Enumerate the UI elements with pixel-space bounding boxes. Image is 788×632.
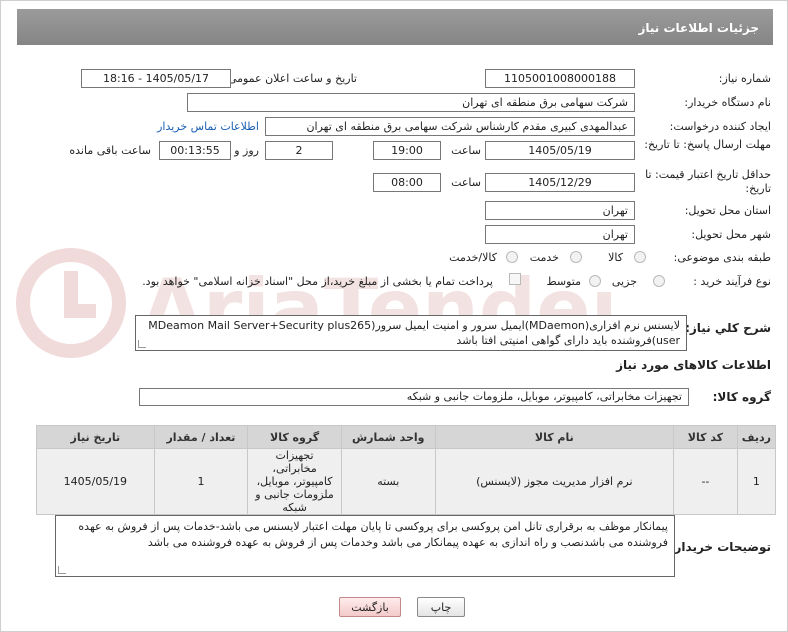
goods-info-title: اطلاعات کالاهای مورد نیاز	[616, 358, 771, 372]
table-row[interactable]: 1 -- نرم افزار مدیریت مجوز (لایسنس) بسته…	[36, 448, 777, 515]
col-header-goods-group: گروه کالا	[247, 425, 342, 449]
description-label: شرح کلي نياز:	[685, 321, 771, 335]
category-radio-service[interactable]	[570, 251, 582, 263]
remaining-label: ساعت باقی مانده	[69, 144, 151, 157]
cell-unit: بسته	[340, 448, 436, 515]
announce-label: تاریخ و ساعت اعلان عمومی:	[224, 72, 357, 85]
buyer-org-field[interactable]: شرکت سهامی برق منطقه ای تهران	[187, 93, 635, 112]
description-text[interactable]: لایسنس نرم افزاری(MDaemon)ایمیل سرور و ا…	[135, 315, 687, 351]
process-option-minor: جزیی	[611, 275, 637, 288]
goods-group-label: گروه کالا:	[712, 390, 771, 404]
treasury-payment-checkbox[interactable]	[509, 273, 521, 285]
process-radio-medium[interactable]	[589, 275, 601, 287]
category-label: طبقه بندی موضوعی:	[673, 251, 771, 264]
description-line-2: user)فروشنده باید دارای گواهی امنیتی افت…	[456, 334, 680, 347]
cell-quantity: 1	[153, 448, 249, 515]
buyer-notes-content: پیمانکار موظف به برقراری تانل امن پروکسی…	[78, 520, 668, 549]
buyer-notes-label: توضیحات خریدار:	[669, 540, 771, 554]
resize-handle-icon[interactable]	[58, 566, 66, 574]
creator-label: ایجاد کننده درخواست:	[669, 120, 771, 133]
validity-time-field[interactable]: 08:00	[373, 173, 441, 192]
page-header: جزئیات اطلاعات نیاز	[17, 9, 773, 45]
watermark-logo: AriaTender.net	[16, 248, 611, 358]
buyer-org-label: نام دستگاه خریدار:	[684, 96, 771, 109]
days-and-label: روز و	[234, 144, 259, 157]
creator-field[interactable]: عبدالمهدی کبیری مقدم کارشناس شرکت سهامی …	[265, 117, 635, 136]
need-number-field[interactable]: 1105001008000188	[485, 69, 635, 88]
print-button[interactable]: چاپ	[417, 597, 465, 617]
city-label: شهر محل تحویل:	[691, 228, 771, 241]
col-header-item-name: نام کالا	[434, 425, 675, 449]
description-line-1: لایسنس نرم افزاری(MDaemon)ایمیل سرور و ا…	[148, 319, 680, 332]
city-field[interactable]: تهران	[485, 225, 635, 244]
category-option-goods-service: کالا/خدمت	[449, 251, 497, 264]
category-option-goods: کالا	[608, 251, 623, 264]
page: AriaTender.net جزئیات اطلاعات نیاز شماره…	[0, 0, 788, 632]
category-radio-goods[interactable]	[634, 251, 646, 263]
deadline-date-field[interactable]: 1405/05/19	[485, 141, 635, 160]
validity-date-field[interactable]: 1405/12/29	[485, 173, 635, 192]
category-radio-goods-service[interactable]	[506, 251, 518, 263]
treasury-payment-note: پرداخت تمام یا بخشی از مبلغ خرید،از محل …	[142, 275, 493, 288]
cell-row-number: 1	[736, 448, 777, 515]
deadline-label: مهلت ارسال پاسخ: تا تاریخ:	[644, 138, 771, 151]
deadline-time-field[interactable]: 19:00	[373, 141, 441, 160]
process-label: نوع فرآیند خرید :	[693, 275, 771, 288]
need-number-label: شماره نیاز:	[718, 72, 771, 85]
cell-need-date: 1405/05/19	[36, 448, 155, 515]
cell-item-code: --	[673, 448, 738, 515]
buyer-contact-link[interactable]: اطلاعات تماس خریدار	[157, 120, 259, 133]
remaining-time-field[interactable]: 00:13:55	[159, 141, 231, 160]
page-title: جزئیات اطلاعات نیاز	[638, 21, 759, 35]
province-label: استان محل تحویل:	[684, 204, 771, 217]
goods-group-field[interactable]: تجهیزات مخابراتی، کامپیوتر، موبایل، ملزو…	[139, 388, 689, 406]
days-field[interactable]: 2	[265, 141, 333, 160]
items-table: ردیف کد کالا نام کالا واحد شمارش گروه کا…	[36, 425, 777, 515]
col-header-item-code: کد کالا	[673, 425, 738, 449]
table-header-row: ردیف کد کالا نام کالا واحد شمارش گروه کا…	[36, 425, 777, 449]
buyer-notes-text[interactable]: پیمانکار موظف به برقراری تانل امن پروکسی…	[55, 515, 675, 577]
col-header-row-number: ردیف	[736, 425, 777, 449]
announce-field[interactable]: 1405/05/17 - 18:16	[81, 69, 231, 88]
cell-item-name: نرم افزار مدیریت مجوز (لایسنس)	[434, 448, 675, 515]
process-radio-minor[interactable]	[653, 275, 665, 287]
province-field[interactable]: تهران	[485, 201, 635, 220]
back-button[interactable]: بازگشت	[339, 597, 401, 617]
col-header-quantity: تعداد / مقدار	[153, 425, 249, 449]
validity-time-label: ساعت	[451, 176, 481, 189]
category-option-service: خدمت	[529, 251, 559, 264]
resize-handle-icon[interactable]	[138, 340, 146, 348]
deadline-time-label: ساعت	[451, 144, 481, 157]
col-header-unit: واحد شمارش	[340, 425, 436, 449]
process-option-medium: متوسط	[546, 275, 581, 288]
col-header-need-date: تاریخ نیاز	[36, 425, 155, 449]
cell-goods-group: تجهیزات مخابراتی، کامپیوتر، موبایل، ملزو…	[247, 448, 342, 515]
validity-label: حداقل تاریخ اعتبار قیمت: تا تاریخ:	[645, 168, 771, 195]
